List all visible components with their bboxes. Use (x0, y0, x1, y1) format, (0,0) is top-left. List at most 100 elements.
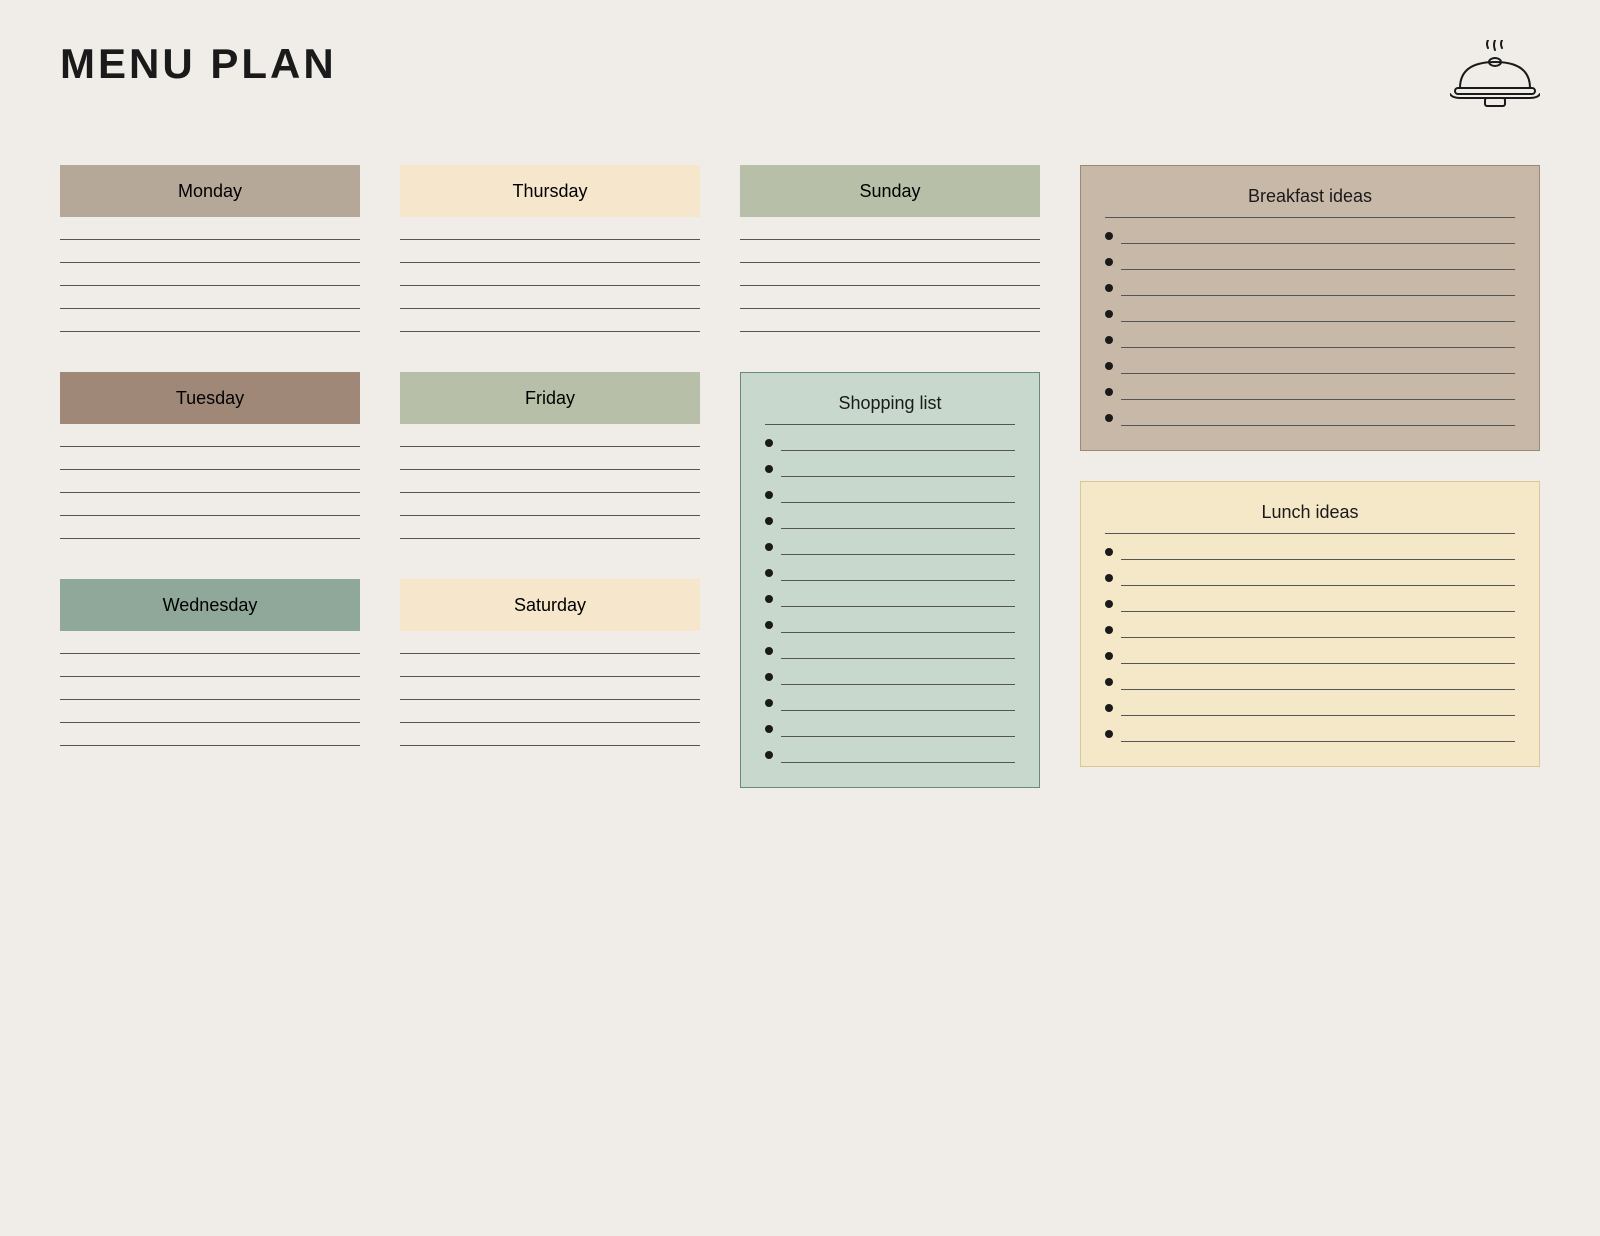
line (60, 262, 360, 263)
line (400, 538, 700, 539)
tuesday-label: Tuesday (60, 372, 360, 424)
list-item (1105, 678, 1515, 690)
bullet-line (1121, 741, 1515, 742)
list-item (1105, 626, 1515, 638)
bullet-line (781, 736, 1015, 737)
list-item (765, 569, 1015, 581)
line (400, 285, 700, 286)
food-icon (1450, 40, 1540, 125)
bullet-dot (765, 725, 773, 733)
line (400, 308, 700, 309)
bullet-dot (765, 465, 773, 473)
bullet-dot (1105, 600, 1113, 608)
line (400, 331, 700, 332)
bullet-dot (1105, 388, 1113, 396)
wednesday-section: Wednesday (60, 579, 360, 746)
line (740, 285, 1040, 286)
bullet-dot (765, 517, 773, 525)
bullet-dot (1105, 414, 1113, 422)
sunday-section: Sunday (740, 165, 1040, 332)
bullet-line (781, 606, 1015, 607)
thursday-label: Thursday (400, 165, 700, 217)
list-item (1105, 414, 1515, 426)
wednesday-label: Wednesday (60, 579, 360, 631)
bullet-line (781, 580, 1015, 581)
col-thu-fri-sat: Thursday Friday Saturday (400, 165, 700, 786)
bullet-line (1121, 611, 1515, 612)
bullet-dot (1105, 258, 1113, 266)
saturday-section: Saturday (400, 579, 700, 746)
list-item (765, 517, 1015, 529)
line (60, 285, 360, 286)
bullet-line (781, 658, 1015, 659)
bullet-line (1121, 295, 1515, 296)
breakfast-ideas-box: Breakfast ideas (1080, 165, 1540, 451)
line (60, 722, 360, 723)
list-item (1105, 388, 1515, 400)
line (400, 469, 700, 470)
bullet-line (1121, 559, 1515, 560)
lunch-ideas-title: Lunch ideas (1105, 502, 1515, 523)
line (60, 699, 360, 700)
bullet-dot (1105, 704, 1113, 712)
bullet-dot (1105, 284, 1113, 292)
list-item (1105, 362, 1515, 374)
sunday-label: Sunday (740, 165, 1040, 217)
bullet-line (781, 450, 1015, 451)
bullet-line (781, 528, 1015, 529)
bullet-line (1121, 373, 1515, 374)
bullet-line (781, 502, 1015, 503)
thursday-lines (400, 235, 700, 332)
bullet-dot (1105, 730, 1113, 738)
bullet-line (781, 554, 1015, 555)
bullet-dot (765, 569, 773, 577)
lunch-title-divider (1105, 533, 1515, 534)
col-ideas: Breakfast ideas Lunch ideas (1080, 165, 1540, 767)
saturday-lines (400, 649, 700, 746)
list-item (765, 543, 1015, 555)
col-sun-shopping: Sunday Shopping list (740, 165, 1040, 788)
col-mon-tue-wed: Monday Tuesday Wednesday (60, 165, 360, 786)
bullet-dot (765, 543, 773, 551)
list-item (1105, 232, 1515, 244)
bullet-line (781, 476, 1015, 477)
saturday-label: Saturday (400, 579, 700, 631)
line (60, 446, 360, 447)
line (740, 331, 1040, 332)
bullet-dot (1105, 652, 1113, 660)
line (740, 262, 1040, 263)
list-item (765, 621, 1015, 633)
line (400, 699, 700, 700)
bullet-dot (765, 621, 773, 629)
bullet-line (1121, 321, 1515, 322)
bullet-line (781, 632, 1015, 633)
bullet-line (1121, 347, 1515, 348)
line (400, 745, 700, 746)
shopping-list-box: Shopping list (740, 372, 1040, 788)
sunday-lines (740, 235, 1040, 332)
list-item (765, 699, 1015, 711)
bullet-line (1121, 399, 1515, 400)
line (60, 538, 360, 539)
bullet-line (1121, 425, 1515, 426)
list-item (1105, 548, 1515, 560)
line (60, 676, 360, 677)
bullet-line (781, 710, 1015, 711)
bullet-line (781, 684, 1015, 685)
list-item (765, 647, 1015, 659)
lunch-ideas-box: Lunch ideas (1080, 481, 1540, 767)
list-item (1105, 310, 1515, 322)
shopping-title-divider (765, 424, 1015, 425)
bullet-dot (765, 439, 773, 447)
friday-label: Friday (400, 372, 700, 424)
list-item (765, 439, 1015, 451)
list-item (765, 595, 1015, 607)
tuesday-lines (60, 442, 360, 539)
list-item (765, 725, 1015, 737)
bullet-line (1121, 689, 1515, 690)
friday-lines (400, 442, 700, 539)
line (400, 653, 700, 654)
list-item (1105, 600, 1515, 612)
bullet-dot (765, 491, 773, 499)
bullet-dot (1105, 336, 1113, 344)
